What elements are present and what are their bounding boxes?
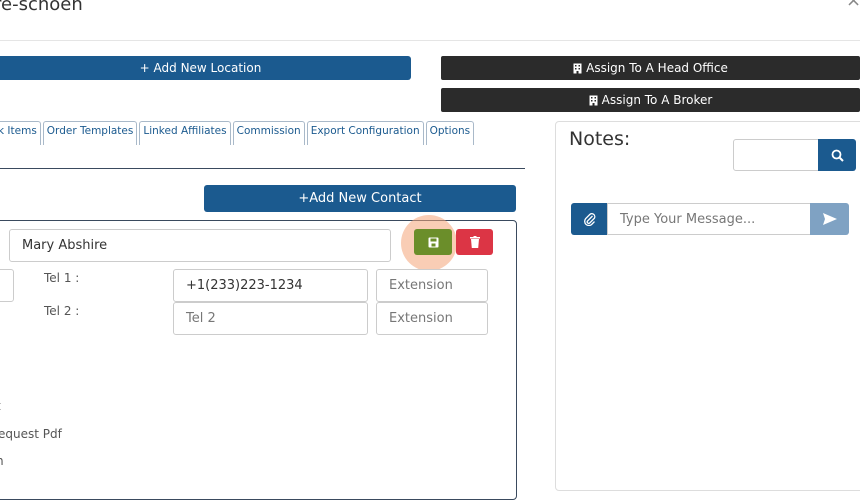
attach-button[interactable] (571, 203, 608, 235)
contact-name-value: Mary Abshire (22, 238, 108, 253)
assign-broker-label: Assign To A Broker (601, 93, 713, 107)
tab-commission[interactable]: Commission (232, 121, 305, 145)
tel2-field[interactable]: Tel 2 (173, 302, 368, 335)
tab-linked-affiliates[interactable]: Linked Affiliates (139, 121, 231, 145)
tel1-extension-field[interactable]: Extension (376, 269, 488, 302)
tab-options[interactable]: Options (425, 121, 475, 145)
tel2-extension-field[interactable]: Extension (376, 302, 488, 335)
notes-search-button[interactable] (818, 139, 856, 171)
assign-head-office-label: Assign To A Head Office (586, 61, 728, 75)
page-title: re-schoen (0, 0, 83, 15)
tel1-label: Tel 1 : (44, 271, 80, 285)
building-icon (589, 95, 598, 105)
save-button[interactable] (414, 229, 452, 255)
left-menu-item[interactable]: t (0, 399, 1, 413)
send-icon (822, 213, 837, 225)
tel1-value: +1(233)223-1234 (186, 278, 303, 293)
add-new-location-button[interactable]: + Add New Location (0, 56, 411, 80)
add-new-contact-button[interactable]: +Add New Contact (204, 185, 516, 212)
trash-icon (469, 236, 480, 248)
left-partial-field[interactable] (0, 269, 14, 302)
tab-order-templates[interactable]: Order Templates (42, 121, 138, 145)
delete-button[interactable] (456, 229, 493, 255)
send-button[interactable] (810, 203, 849, 235)
tel1-extension-placeholder: Extension (389, 278, 453, 293)
header-divider (0, 40, 860, 41)
contact-name-field[interactable]: Mary Abshire (9, 229, 391, 262)
close-icon[interactable]: × (846, 0, 860, 11)
tel2-placeholder: Tel 2 (186, 311, 216, 326)
tab-items[interactable]: k Items (0, 121, 41, 145)
tab-bar: k Items Order Templates Linked Affiliate… (0, 121, 476, 145)
message-input[interactable]: Type Your Message... (607, 203, 811, 235)
assign-head-office-button[interactable]: Assign To A Head Office (441, 56, 860, 80)
left-menu-item[interactable]: h (0, 454, 4, 468)
tel1-field[interactable]: +1(233)223-1234 (173, 269, 368, 302)
left-menu-item[interactable]: equest Pdf (0, 427, 62, 441)
tab-export-configuration[interactable]: Export Configuration (306, 121, 424, 145)
add-new-contact-label: +Add New Contact (298, 191, 422, 206)
tab-content-divider (0, 168, 525, 169)
search-icon (831, 149, 844, 162)
notes-title: Notes: (569, 128, 631, 150)
tel2-extension-placeholder: Extension (389, 311, 453, 326)
notes-search-input[interactable] (733, 139, 819, 171)
assign-broker-button[interactable]: Assign To A Broker (441, 88, 860, 112)
save-icon (428, 237, 438, 247)
notes-panel (555, 121, 860, 491)
building-icon (573, 63, 582, 73)
message-placeholder: Type Your Message... (620, 211, 756, 227)
tel2-label: Tel 2 : (44, 304, 80, 318)
add-new-location-label: + Add New Location (139, 61, 262, 75)
paperclip-icon (583, 213, 595, 226)
